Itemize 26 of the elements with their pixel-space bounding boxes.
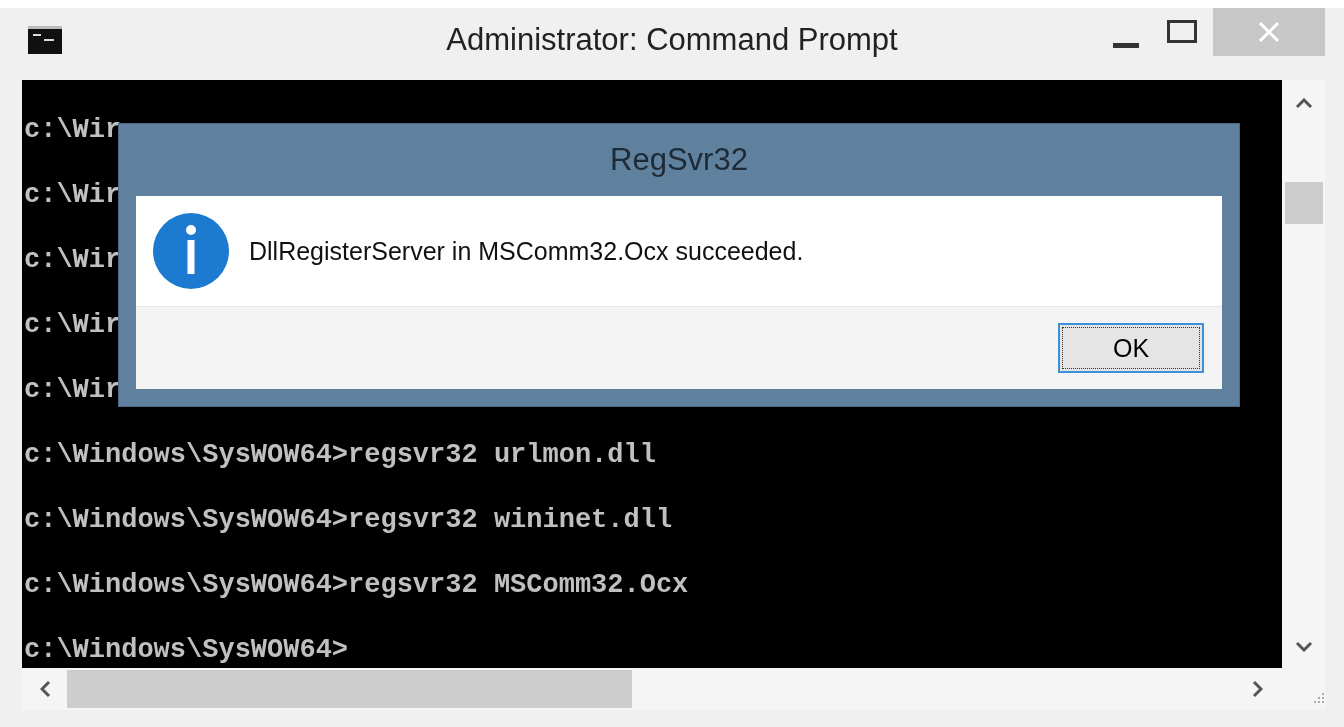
vertical-scrollbar[interactable] xyxy=(1282,80,1325,668)
scroll-left-icon xyxy=(40,680,51,698)
info-icon xyxy=(153,213,229,289)
console-line: c:\Wir xyxy=(23,180,122,210)
console-line: c:\Wir xyxy=(23,310,122,340)
ok-button[interactable]: OK xyxy=(1058,323,1204,373)
console-icon xyxy=(28,26,62,54)
console-line: c:\Windows\SysWOW64>regsvr32 urlmon.dll xyxy=(23,440,656,470)
console-line: c:\Windows\SysWOW64>regsvr32 MSComm32.Ocx xyxy=(23,570,689,600)
resize-grip-icon[interactable] xyxy=(1313,692,1325,704)
scroll-down-icon xyxy=(1294,641,1313,652)
scroll-right-icon xyxy=(1252,680,1263,698)
maximize-icon xyxy=(1167,19,1197,43)
console-line: c:\Windows\SysWOW64> xyxy=(23,635,349,665)
scroll-thumb[interactable] xyxy=(1284,182,1323,224)
horizontal-scrollbar[interactable] xyxy=(22,668,1282,710)
scroll-thumb[interactable] xyxy=(67,670,632,708)
dialog-message: DllRegisterServer in MSComm32.Ocx succeeded. xyxy=(249,236,804,266)
dialog-title: RegSvr32 xyxy=(610,141,748,179)
close-icon xyxy=(1258,21,1280,43)
console-line: c:\Wir xyxy=(23,245,122,275)
minimize-icon xyxy=(1113,42,1139,48)
console-line: c:\Windows\SysWOW64>regsvr32 wininet.dll xyxy=(23,505,673,535)
window-title: Administrator: Command Prompt xyxy=(446,22,898,58)
console-line: c:\Wir xyxy=(23,375,122,405)
scroll-up-icon xyxy=(1294,98,1313,109)
